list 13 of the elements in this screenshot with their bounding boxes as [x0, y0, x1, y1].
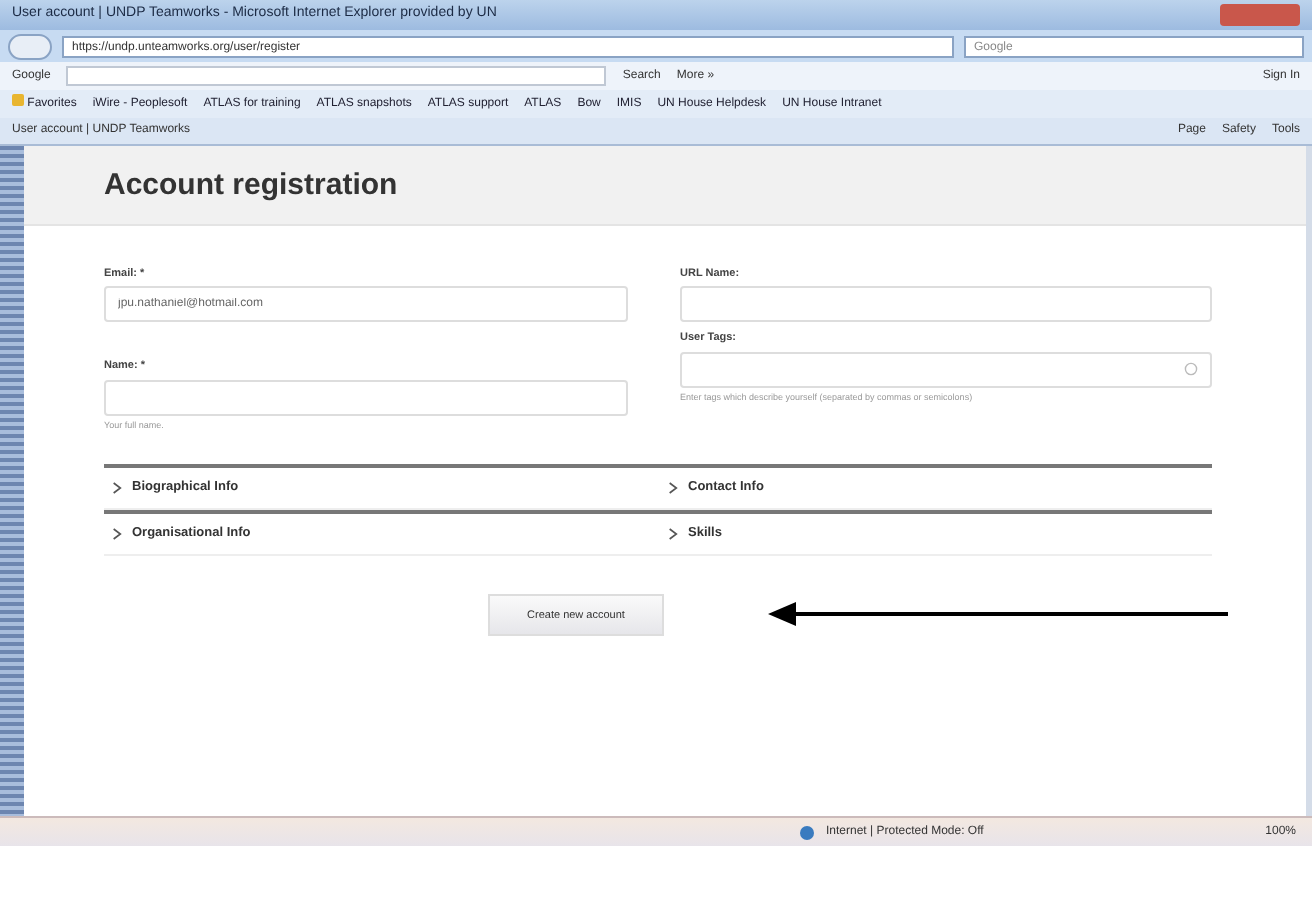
caret-right-icon	[668, 528, 678, 541]
globe-icon	[800, 825, 814, 839]
caret-right-icon	[112, 528, 122, 541]
input-field[interactable]	[680, 286, 1212, 323]
input-field[interactable]	[104, 379, 628, 415]
google-search-field[interactable]	[66, 66, 607, 86]
back-forward-buttons[interactable]	[8, 33, 52, 59]
close-button[interactable]	[1220, 4, 1300, 26]
caret-right-icon	[112, 482, 122, 495]
page-heading: Account registration	[104, 167, 398, 203]
spinner-icon	[1184, 362, 1198, 376]
tags-field[interactable]	[680, 351, 1212, 387]
caret-right-icon	[668, 482, 678, 495]
